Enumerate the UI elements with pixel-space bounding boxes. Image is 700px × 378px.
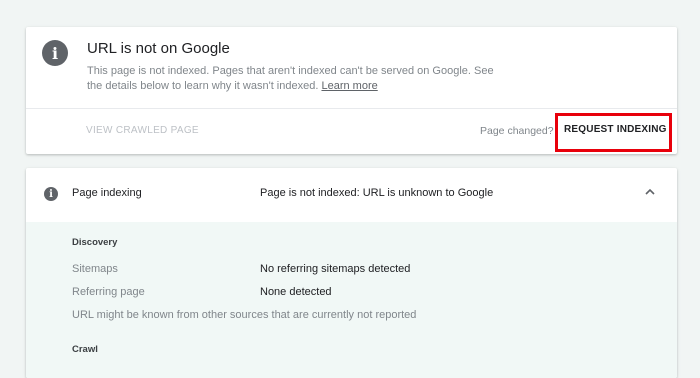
- discovery-heading: Discovery: [72, 237, 118, 248]
- chevron-up-icon[interactable]: [644, 187, 656, 197]
- status-description-text: This page is not indexed. Pages that are…: [87, 65, 494, 92]
- section-status: Page is not indexed: URL is unknown to G…: [260, 187, 494, 199]
- request-indexing-button[interactable]: REQUEST INDEXING: [564, 124, 667, 135]
- info-icon: i: [44, 187, 58, 201]
- view-crawled-page-button[interactable]: VIEW CRAWLED PAGE: [86, 125, 199, 136]
- sitemaps-value: No referring sitemaps detected: [260, 263, 411, 275]
- discovery-note: URL might be known from other sources th…: [72, 309, 417, 321]
- referring-page-label: Referring page: [72, 286, 145, 298]
- crawl-heading: Crawl: [72, 344, 98, 355]
- page-indexing-header[interactable]: i Page indexing Page is not indexed: URL…: [26, 168, 677, 222]
- section-name: Page indexing: [72, 187, 142, 199]
- referring-page-value: None detected: [260, 286, 332, 298]
- page-indexing-card: i Page indexing Page is not indexed: URL…: [26, 168, 677, 378]
- url-status-card: i URL is not on Google This page is not …: [26, 27, 677, 154]
- sitemaps-label: Sitemaps: [72, 263, 118, 275]
- page-changed-label: Page changed?: [480, 125, 554, 137]
- status-description: This page is not indexed. Pages that are…: [87, 64, 507, 93]
- page-indexing-details: Discovery Sitemaps No referring sitemaps…: [26, 222, 677, 378]
- info-icon: i: [42, 40, 68, 66]
- card-divider: [26, 108, 677, 109]
- learn-more-link[interactable]: Learn more: [321, 80, 377, 92]
- status-title: URL is not on Google: [87, 40, 230, 57]
